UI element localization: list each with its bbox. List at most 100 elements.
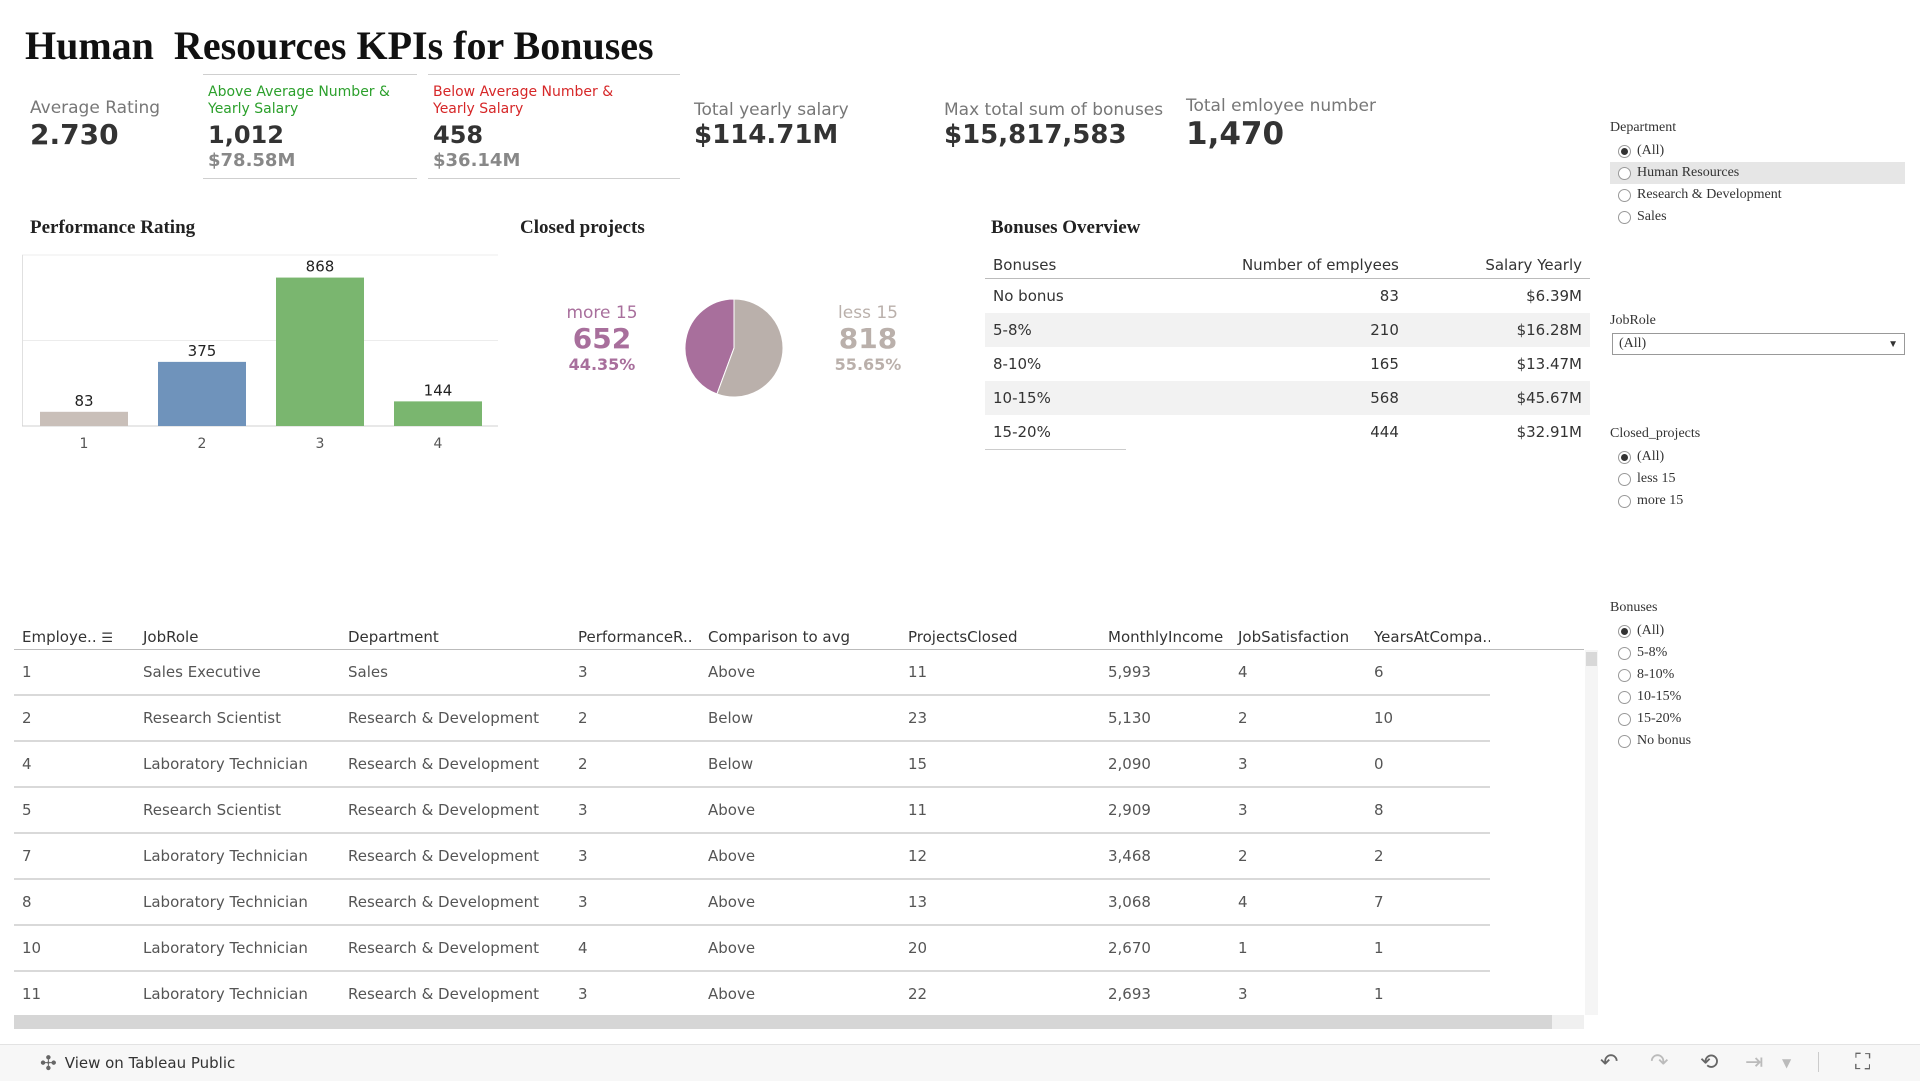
radio-bonuses-10-15[interactable]: 10-15% bbox=[1610, 686, 1905, 708]
col-job-satisfaction[interactable]: JobSatisfaction bbox=[1230, 625, 1366, 650]
table-row[interactable]: 11 Laboratory Technician Research & Develo… bbox=[14, 971, 1584, 1018]
table-cell: Research & Development bbox=[340, 695, 570, 742]
bonuses-row[interactable]: 8-10% 165 $13.47M bbox=[985, 347, 1590, 381]
sort-icon[interactable]: ☰ bbox=[101, 631, 113, 646]
radio-label: 15-20% bbox=[1637, 711, 1682, 726]
radio-department-all[interactable]: (All) bbox=[1610, 140, 1905, 162]
radio-label: 8-10% bbox=[1637, 667, 1675, 682]
view-on-tableau-link[interactable]: ✣ View on Tableau Public bbox=[40, 1051, 235, 1075]
bonuses-row[interactable]: 5-8% 210 $16.28M bbox=[985, 313, 1590, 347]
radio-button[interactable] bbox=[1618, 144, 1631, 158]
radio-button[interactable] bbox=[1618, 624, 1631, 638]
bar-rating-2[interactable] bbox=[158, 361, 246, 426]
bar-rating-4[interactable] bbox=[394, 401, 482, 426]
radio-bonuses-no-bonus[interactable]: No bonus bbox=[1610, 730, 1905, 752]
radio-department-research-development[interactable]: Research & Development bbox=[1610, 184, 1905, 206]
table-cell: 4 bbox=[570, 925, 700, 972]
table-cell: 20 bbox=[900, 925, 1100, 972]
bonuses-row[interactable]: No bonus 83 $6.39M bbox=[985, 279, 1590, 314]
table-row[interactable]: 5 Research Scientist Research & Developmen… bbox=[14, 787, 1584, 834]
fullscreen-icon[interactable]: ⛶ bbox=[1855, 1052, 1870, 1074]
kpi-average-rating-value: 2.730 bbox=[30, 118, 119, 151]
radio-bonuses-5-8[interactable]: 5-8% bbox=[1610, 642, 1905, 664]
bar-rating-1[interactable] bbox=[40, 411, 128, 426]
bonuses-col-salary[interactable]: Salary Yearly bbox=[1406, 252, 1590, 279]
radio-department-sales[interactable]: Sales bbox=[1610, 206, 1905, 228]
table-row[interactable]: 7 Laboratory Technician Research & Develop… bbox=[14, 833, 1584, 880]
table-cell: 22 bbox=[900, 971, 1100, 1018]
table-row[interactable]: 1 Sales Executive Sales 3 Above 11 5,993 4 6 bbox=[14, 649, 1584, 696]
table-cell: 2,693 bbox=[1100, 971, 1230, 1018]
table-cell: Laboratory Technician bbox=[135, 741, 340, 788]
radio-button[interactable] bbox=[1618, 210, 1631, 224]
table-cell: Research & Development bbox=[340, 925, 570, 972]
table-row[interactable]: 2 Research Scientist Research & Developmen… bbox=[14, 695, 1584, 742]
radio-button[interactable] bbox=[1618, 690, 1631, 704]
col-monthly-income[interactable]: MonthlyIncome bbox=[1100, 625, 1230, 650]
vertical-scrollbar[interactable] bbox=[1585, 650, 1598, 1015]
bar-rating-3[interactable] bbox=[276, 277, 364, 426]
vertical-scrollbar-thumb[interactable] bbox=[1586, 652, 1597, 666]
table-row[interactable]: 4 Laboratory Technician Research & Develop… bbox=[14, 741, 1584, 788]
kpi-average-rating: Average Rating 2.730 bbox=[30, 98, 160, 151]
table-cell: 15 bbox=[900, 741, 1100, 788]
jobrole-dropdown[interactable]: (All) ▼ bbox=[1612, 333, 1905, 355]
radio-button[interactable] bbox=[1618, 166, 1631, 180]
col-performance[interactable]: PerformanceR.. bbox=[570, 625, 700, 650]
closed-projects-title: Closed projects bbox=[520, 217, 645, 238]
table-cell: Above bbox=[700, 649, 900, 696]
table-cell: 10 bbox=[1366, 695, 1490, 742]
revert-icon[interactable]: ⟲ bbox=[1700, 1052, 1718, 1074]
radio-closed-all[interactable]: (All) bbox=[1610, 446, 1905, 468]
col-projects-closed[interactable]: ProjectsClosed bbox=[900, 625, 1100, 650]
radio-button[interactable] bbox=[1618, 646, 1631, 660]
bonuses-col-employees[interactable]: Number of emplyees bbox=[1125, 252, 1407, 279]
radio-bonuses-15-20[interactable]: 15-20% bbox=[1610, 708, 1905, 730]
radio-closed-less-15[interactable]: less 15 bbox=[1610, 468, 1905, 490]
bonuses-row[interactable]: 15-20% 444 $32.91M bbox=[985, 415, 1590, 450]
kpi-below-count: 458 bbox=[433, 121, 484, 149]
col-department[interactable]: Department bbox=[340, 625, 570, 650]
col-jobrole[interactable]: JobRole bbox=[135, 625, 340, 650]
table-row[interactable]: 10 Laboratory Technician Research & Develo… bbox=[14, 925, 1584, 972]
col-employee[interactable]: Employe.. ☰ bbox=[14, 625, 135, 650]
table-cell: 4 bbox=[1230, 649, 1366, 696]
filter-closed-projects-title: Closed_projects bbox=[1610, 426, 1701, 441]
radio-closed-more-15[interactable]: more 15 bbox=[1610, 490, 1905, 512]
col-comparison[interactable]: Comparison to avg bbox=[700, 625, 900, 650]
table-cell: 3 bbox=[1230, 971, 1366, 1018]
table-cell: 3 bbox=[1230, 787, 1366, 834]
jobrole-dropdown-value: (All) bbox=[1619, 336, 1647, 351]
radio-bonuses-all[interactable]: (All) bbox=[1610, 620, 1905, 642]
bonuses-cell: $13.47M bbox=[1516, 355, 1582, 373]
table-cell: 3 bbox=[570, 971, 700, 1018]
horizontal-scrollbar-thumb[interactable] bbox=[14, 1015, 1552, 1029]
kpi-max-bonus-value: $15,817,583 bbox=[944, 120, 1127, 150]
radio-bonuses-8-10[interactable]: 8-10% bbox=[1610, 664, 1905, 686]
table-cell: Above bbox=[700, 879, 900, 926]
col-years-at-company[interactable]: YearsAtCompa.. bbox=[1366, 625, 1490, 650]
table-cell: Research & Development bbox=[340, 787, 570, 834]
table-cell: Below bbox=[700, 741, 900, 788]
radio-button[interactable] bbox=[1618, 712, 1631, 726]
table-row[interactable]: 8 Laboratory Technician Research & Develop… bbox=[14, 879, 1584, 926]
radio-button[interactable] bbox=[1618, 472, 1631, 486]
filter-department: Department (All) Human Resources Researc… bbox=[1610, 120, 1905, 228]
radio-department-human-resources[interactable]: Human Resources bbox=[1610, 162, 1905, 184]
table-cell: 11 bbox=[14, 971, 135, 1018]
undo-icon[interactable]: ↶ bbox=[1600, 1052, 1618, 1074]
pause-icon[interactable]: ⇥ bbox=[1745, 1052, 1763, 1074]
table-cell-filler bbox=[1490, 741, 1584, 787]
redo-icon[interactable]: ↷ bbox=[1650, 1052, 1668, 1074]
radio-button[interactable] bbox=[1618, 494, 1631, 508]
radio-button[interactable] bbox=[1618, 188, 1631, 202]
chevron-down-icon[interactable]: ▼ bbox=[1782, 1053, 1791, 1073]
radio-button[interactable] bbox=[1618, 450, 1631, 464]
bar-value-label: 375 bbox=[188, 342, 217, 360]
radio-button[interactable] bbox=[1618, 668, 1631, 682]
table-cell: 2,670 bbox=[1100, 925, 1230, 972]
radio-button[interactable] bbox=[1618, 734, 1631, 748]
bonuses-col-bonuses[interactable]: Bonuses bbox=[985, 252, 1126, 279]
table-cell: 3,068 bbox=[1100, 879, 1230, 926]
bonuses-row[interactable]: 10-15% 568 $45.67M bbox=[985, 381, 1590, 415]
